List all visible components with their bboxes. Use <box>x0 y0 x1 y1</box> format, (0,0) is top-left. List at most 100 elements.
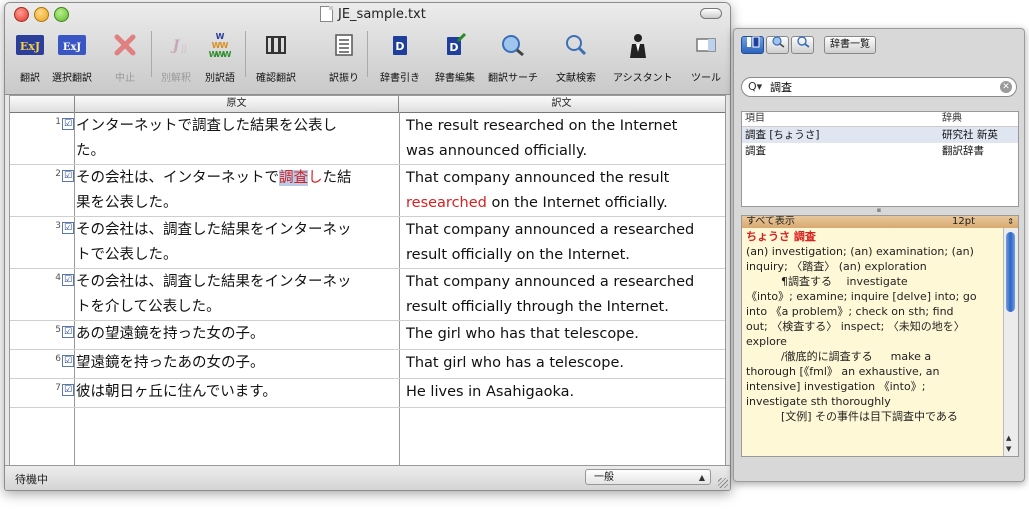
stop-x-icon <box>109 31 141 59</box>
svg-text:ExJ: ExJ <box>20 40 40 53</box>
row-checkbox[interactable]: ☑ <box>62 170 74 182</box>
interlinear-button[interactable]: 訳振り <box>329 27 359 87</box>
toolbar-separator <box>245 31 246 77</box>
assistant-icon <box>622 31 654 59</box>
result-row[interactable]: 調査 翻訳辞書 <box>742 143 1018 159</box>
show-all-label[interactable]: すべて表示 <box>746 216 795 228</box>
target-text[interactable]: The girl who has that telescope. <box>406 322 718 347</box>
translation-table: 原文 訳文 1 ☑ インターネットで調査した結果を公表し た。 The resu… <box>9 95 726 467</box>
close-window-button[interactable] <box>14 7 29 22</box>
title-group: JE_sample.txt <box>320 6 426 22</box>
svg-text:W: W <box>223 50 232 59</box>
source-text[interactable]: その会社は、調査した結果をインターネッ トで公表した。 <box>76 218 394 268</box>
source-text[interactable]: 彼は朝日ヶ丘に住んでいます。 <box>76 380 394 405</box>
dict-column-header[interactable]: 辞典 <box>942 112 962 126</box>
entry-scrollbar[interactable]: ▲ ▼ <box>1003 228 1018 456</box>
result-row[interactable]: 調査 [ちょうさ] 研究社 新英 <box>742 127 1018 143</box>
target-text[interactable]: He lives in Asahigaoka. <box>406 380 718 405</box>
row-checkbox[interactable]: ☑ <box>62 384 74 396</box>
row-number: 7 <box>55 383 61 393</box>
dictionary-edit-button[interactable]: D 辞書編集 <box>435 27 475 87</box>
font-size-select[interactable]: 12pt <box>952 216 975 228</box>
selection-translate-icon: ExJ <box>56 31 88 59</box>
stop-button[interactable]: 中止 <box>113 27 137 87</box>
row-checkbox[interactable]: ☑ <box>62 274 74 286</box>
document-search-button[interactable]: 文献検索 <box>556 27 596 87</box>
row-checkbox[interactable]: ☑ <box>62 326 74 338</box>
clear-search-icon[interactable]: ✕ <box>1000 81 1012 93</box>
panel-splitter[interactable]: ▪ <box>741 206 1017 214</box>
translate-button[interactable]: ExJ 翻訳 <box>15 27 45 87</box>
translation-search-button[interactable]: 翻訳サーチ <box>488 27 538 87</box>
table-row[interactable]: 2 ☑ その会社は、インターネットで調査した結 果を公表した。 That com… <box>10 165 725 217</box>
status-text: 待機中 <box>15 473 48 486</box>
dictionary-lookup-icon: D <box>384 31 416 59</box>
zoom-window-button[interactable] <box>54 7 69 22</box>
dictionary-lookup-button[interactable]: D 辞書引き <box>380 27 420 87</box>
source-text[interactable]: 望遠鏡を持ったあの女の子。 <box>76 351 394 376</box>
table-row[interactable]: 7 ☑ 彼は朝日ヶ丘に住んでいます。 He lives in Asahigaok… <box>10 379 725 408</box>
resize-grip-icon[interactable] <box>718 478 728 488</box>
scroll-up-icon[interactable]: ▲ <box>1006 434 1011 442</box>
toolbar-toggle-button[interactable] <box>700 8 722 19</box>
scrollbar-thumb[interactable] <box>1006 232 1015 312</box>
row-checkbox[interactable]: ☑ <box>62 355 74 367</box>
confirm-translate-button[interactable]: 確認翻訳 <box>256 27 296 87</box>
minimize-window-button[interactable] <box>34 7 49 22</box>
scroll-down-icon[interactable]: ▼ <box>1006 445 1011 453</box>
selection-translate-button[interactable]: ExJ 選択翻訳 <box>52 27 92 87</box>
source-text[interactable]: その会社は、調査した結果をインターネッ トを介して公表した。 <box>76 270 394 320</box>
entry-line: ¶調査する investigate <box>746 275 908 288</box>
entry-line: 《into》; examine; inquire [delve] into; g… <box>746 290 977 303</box>
tools-button[interactable]: ツール <box>691 27 721 87</box>
table-row[interactable]: 3 ☑ その会社は、調査した結果をインターネッ トで公表した。 That com… <box>10 217 725 269</box>
item-column-header[interactable]: 項目 <box>745 112 765 126</box>
main-window: JE_sample.txt ExJ 翻訳 ExJ 選択翻訳 中止 J JJ 別解… <box>4 2 731 491</box>
entry-line: thorough [《fml》 an exhaustive, an <box>746 365 940 378</box>
entry-line: into 《a problem》; check on sth; find <box>746 305 954 318</box>
table-row[interactable]: 6 ☑ 望遠鏡を持ったあの女の子。 That girl who has a te… <box>10 350 725 379</box>
row-checkbox[interactable]: ☑ <box>62 222 74 234</box>
entry-line: explore <box>746 335 787 348</box>
target-text[interactable]: That company announced a researched resu… <box>406 270 718 320</box>
table-row[interactable]: 4 ☑ その会社は、調査した結果をインターネッ トを介して公表した。 That … <box>10 269 725 321</box>
titlebar: JE_sample.txt <box>5 3 730 25</box>
selected-term[interactable]: 調査 <box>279 170 308 186</box>
svg-text:W: W <box>220 41 229 50</box>
mode-select-value: 一般 <box>594 472 614 483</box>
updown-arrows-icon[interactable]: ⇕ <box>1007 216 1014 228</box>
table-row[interactable]: 1 ☑ インターネットで調査した結果を公表し た。 The result res… <box>10 113 725 165</box>
highlighted-term[interactable]: researched <box>406 195 487 211</box>
target-text[interactable]: The result researched on the Internet wa… <box>406 114 718 164</box>
updown-arrows-icon: ▲▼ <box>698 473 705 490</box>
translation-search-view-button[interactable] <box>766 35 789 54</box>
source-text[interactable]: あの望遠鏡を持った女の子。 <box>76 322 394 347</box>
dictionary-search-input[interactable] <box>770 79 990 95</box>
source-text[interactable]: その会社は、インターネットで調査した結 果を公表した。 <box>76 166 394 216</box>
window-title: JE_sample.txt <box>338 6 426 22</box>
target-text[interactable]: That company announced the result resear… <box>406 166 718 216</box>
mode-select[interactable]: 一般 ▲▼ <box>585 469 711 490</box>
row-checkbox[interactable]: ☑ <box>62 118 74 130</box>
search-icon: Q▾ <box>748 80 763 93</box>
assistant-button[interactable]: アシスタント <box>613 27 673 87</box>
dictionary-toolbar: 辞書一覧 <box>741 35 876 56</box>
source-text[interactable]: インターネットで調査した結果を公表し た。 <box>76 114 394 164</box>
entry-line: inquiry; 〈踏査〉 (an) exploration <box>746 260 927 273</box>
row-number: 5 <box>55 325 61 335</box>
source-column-header[interactable]: 原文 <box>75 96 399 112</box>
target-text[interactable]: That girl who has a telescope. <box>406 351 718 376</box>
dictionary-list-button[interactable]: 辞書一覧 <box>824 36 876 54</box>
document-search-view-button[interactable] <box>791 35 814 54</box>
target-column-header[interactable]: 訳文 <box>399 96 724 112</box>
target-text[interactable]: That company announced a researched resu… <box>406 218 718 268</box>
row-number: 4 <box>55 273 61 283</box>
document-search-icon <box>560 31 592 59</box>
alternate-translation-button[interactable]: WWWWWW 別訳語 <box>205 27 235 87</box>
interlinear-icon <box>328 31 360 59</box>
alternate-interpretation-button[interactable]: J JJ 別解釈 <box>161 27 191 87</box>
table-row[interactable]: 5 ☑ あの望遠鏡を持った女の子。 The girl who has that … <box>10 321 725 350</box>
translate-exj-icon: ExJ <box>14 31 46 59</box>
dictionary-search-field[interactable]: Q▾ ✕ <box>741 77 1017 97</box>
dictionary-view-button[interactable] <box>741 36 764 54</box>
